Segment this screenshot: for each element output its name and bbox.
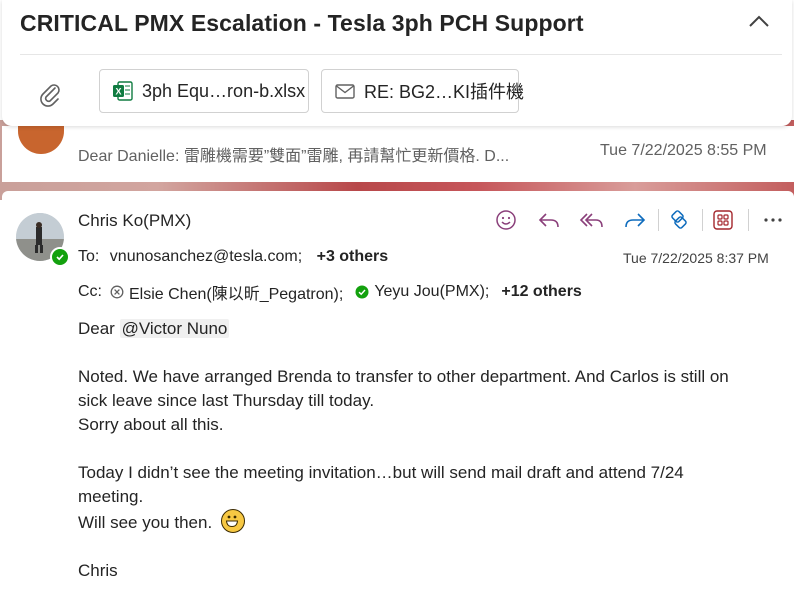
reply-icon[interactable]	[533, 207, 565, 233]
paperclip-icon[interactable]	[36, 80, 64, 108]
collapsed-message[interactable]: Dear Danielle: 雷雕機需要”雙面”雷雕, 再請幫忙更新價格. D.…	[2, 126, 794, 182]
sent-date: Tue 7/22/2025 8:37 PM	[623, 250, 769, 266]
body-line-with-emoji: Will see you then.	[78, 509, 778, 535]
forward-icon[interactable]	[619, 207, 651, 233]
reply-all-icon[interactable]	[576, 207, 608, 233]
body-line: Sorry about all this.	[78, 415, 224, 434]
cc-more-recipients[interactable]: +12 others	[501, 283, 581, 301]
attachment-excel[interactable]: X 3ph Equ…ron-b.xlsx	[99, 69, 309, 113]
cc-recipient-name: Yeyu Jou(PMX);	[374, 283, 490, 300]
collapse-chevron-up-icon[interactable]	[744, 8, 774, 34]
sender-avatar[interactable]	[16, 213, 70, 267]
grinning-emoji-icon	[220, 509, 245, 533]
email-subject: CRITICAL PMX Escalation - Tesla 3ph PCH …	[20, 10, 584, 36]
attachment-name: RE: BG2…KI插件機	[364, 82, 525, 102]
presence-blocked-icon	[110, 285, 124, 299]
header-divider	[20, 54, 782, 55]
sender-name[interactable]: Chris Ko(PMX)	[78, 211, 191, 231]
to-more-recipients[interactable]: +3 others	[317, 248, 389, 265]
svg-text:X: X	[115, 87, 121, 97]
signature: Chris	[78, 561, 118, 580]
toolbar-divider	[702, 209, 703, 231]
presence-available-icon	[50, 247, 70, 267]
body-line: Will see you then.	[78, 513, 213, 532]
body-line: meeting.	[78, 487, 144, 506]
to-recipients: To: vnunosanchez@tesla.com; +3 others	[78, 248, 388, 266]
cc-label: Cc:	[78, 283, 102, 300]
presence-available-icon	[355, 285, 369, 299]
react-emoji-icon[interactable]	[490, 207, 522, 233]
body-line: Noted. We have arranged Brenda to transf…	[78, 367, 729, 386]
conversation-header: CRITICAL PMX Escalation - Tesla 3ph PCH …	[2, 0, 792, 126]
attachment-email[interactable]: RE: BG2…KI插件機	[321, 69, 524, 113]
body-line: Today I didn’t see the meeting invitatio…	[78, 463, 684, 482]
toolbar-divider	[748, 209, 749, 231]
message-actions	[490, 207, 794, 233]
body-line: sick leave since last Thursday till toda…	[78, 391, 375, 410]
cc-recipients: Cc: Elsie Chen(陳以昕_Pegatron); Yeyu Jou(P…	[78, 280, 582, 304]
apps-icon[interactable]	[707, 207, 739, 233]
message-body: Dear @Victor Nuno Noted. We have arrange…	[78, 317, 778, 583]
message-preview: Dear Danielle: 雷雕機需要”雙面”雷雕, 再請幫忙更新價格. D.…	[78, 148, 510, 165]
greeting: Dear	[78, 319, 120, 338]
mail-icon	[334, 80, 356, 102]
more-options-icon[interactable]	[757, 207, 789, 233]
excel-icon: X	[112, 80, 134, 102]
to-recipient[interactable]: vnunosanchez@tesla.com;	[110, 248, 302, 265]
attachment-name: 3ph Equ…ron-b.xlsx	[142, 80, 306, 101]
to-label: To:	[78, 248, 100, 265]
greeting-line: Dear @Victor Nuno	[78, 317, 778, 341]
loop-icon[interactable]	[663, 207, 695, 233]
mention-victor-nuno[interactable]: @Victor Nuno	[119, 319, 230, 338]
message-date: Tue 7/22/2025 8:55 PM	[600, 142, 767, 159]
cc-recipient[interactable]: Yeyu Jou(PMX);	[355, 283, 489, 301]
cc-recipient[interactable]: Elsie Chen(陳以昕_Pegatron);	[110, 280, 343, 304]
toolbar-divider	[658, 209, 659, 231]
cc-recipient-name: Elsie Chen(陳以昕_Pegatron);	[129, 286, 344, 303]
expanded-message: Chris Ko(PMX) To: vnunosanchez@tesla.com…	[2, 191, 794, 590]
avatar	[18, 126, 64, 154]
